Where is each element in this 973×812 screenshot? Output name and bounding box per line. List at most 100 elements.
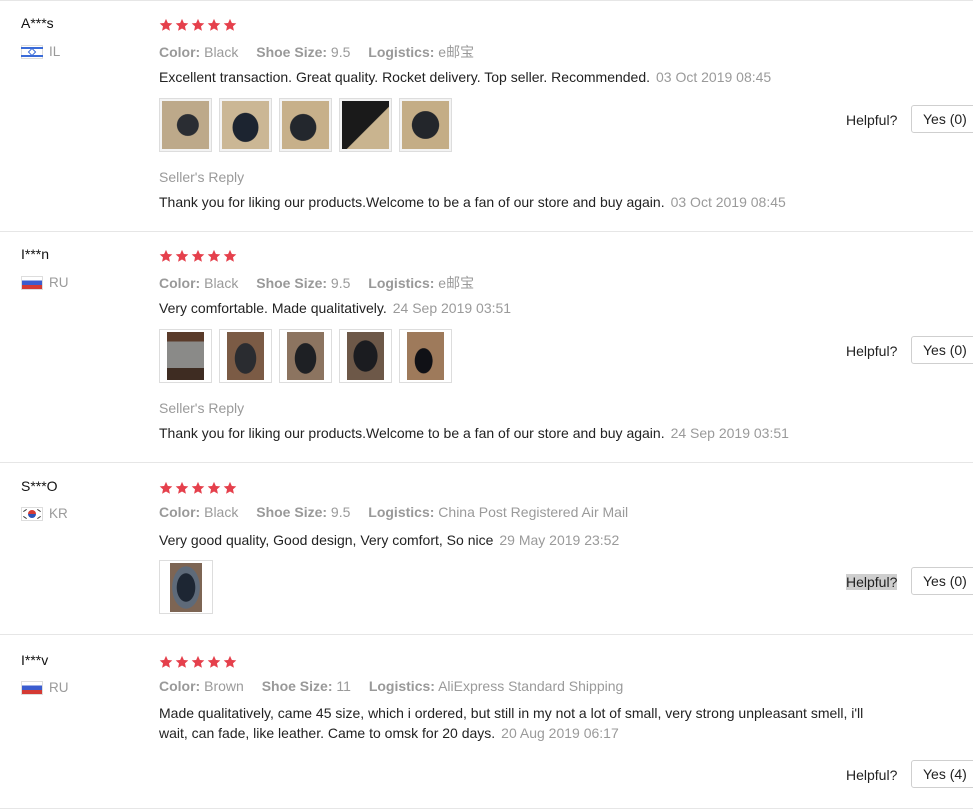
review-photo[interactable] [159, 560, 213, 614]
reviewer-name: A***s [21, 15, 54, 31]
review-text: Excellent transaction. Great quality. Ro… [159, 67, 771, 87]
seller-reply: Thank you for liking our products.Welcom… [159, 194, 786, 210]
helpful-yes-button[interactable]: Yes (0) [911, 336, 973, 364]
attr-value: 9.5 [330, 44, 351, 60]
divider [0, 808, 973, 809]
star-icon [207, 655, 221, 669]
star-icon [175, 655, 189, 669]
reviewer-country: RU [21, 680, 69, 695]
review-photo[interactable] [279, 329, 332, 383]
attr-value: e邮宝 [438, 44, 475, 60]
reviewer-name: S***O [21, 478, 58, 494]
star-icon [191, 481, 205, 495]
helpful-label: Helpful? [846, 574, 898, 590]
review-photo[interactable] [219, 98, 272, 152]
star-icon [191, 18, 205, 32]
star-icon [159, 18, 173, 32]
seller-reply-text: Thank you for liking our products.Welcom… [159, 425, 665, 441]
attr-key: Logistics: [368, 44, 435, 60]
star-icon [207, 481, 221, 495]
star-icon [175, 249, 189, 263]
attr-key: Logistics: [368, 678, 435, 694]
review-body: Very good quality, Good design, Very com… [159, 532, 494, 548]
review-date: 03 Oct 2019 08:45 [656, 69, 772, 85]
helpful-yes-button[interactable]: Yes (0) [911, 567, 973, 595]
rating-stars [159, 18, 237, 32]
star-icon [207, 249, 221, 263]
divider [0, 0, 973, 1]
seller-reply-date: 24 Sep 2019 03:51 [670, 425, 789, 441]
attr-value: 9.5 [330, 504, 351, 520]
photo-strip [159, 560, 213, 614]
review-date: 29 May 2019 23:52 [499, 532, 620, 548]
order-attributes: Color: Black Shoe Size: 9.5 Logistics: e… [159, 273, 488, 293]
review-body: Excellent transaction. Great quality. Ro… [159, 69, 651, 85]
country-code: RU [49, 275, 69, 290]
star-icon [223, 655, 237, 669]
review-date: 20 Aug 2019 06:17 [501, 725, 619, 741]
review-photo[interactable] [159, 329, 212, 383]
russia-flag-icon [21, 680, 43, 695]
divider [0, 231, 973, 232]
seller-reply: Thank you for liking our products.Welcom… [159, 425, 789, 441]
reviewer-country: IL [21, 44, 60, 59]
rating-stars [159, 655, 237, 669]
review-text: Made qualitatively, came 45 size, which … [159, 703, 863, 743]
review-text: Very good quality, Good design, Very com… [159, 530, 619, 550]
country-code: IL [49, 44, 61, 59]
review-date: 24 Sep 2019 03:51 [392, 300, 512, 316]
country-code: RU [49, 680, 69, 695]
attr-key: Color: [159, 678, 201, 694]
attr-key: Shoe Size: [256, 275, 328, 291]
attr-key: Shoe Size: [256, 504, 328, 520]
order-attributes: Color: Black Shoe Size: 9.5 Logistics: C… [159, 504, 642, 520]
attr-value: Black [204, 275, 239, 291]
star-icon [223, 249, 237, 263]
reviewer-name: I***v [21, 652, 49, 668]
review-photo[interactable] [219, 329, 272, 383]
helpful-label: Helpful? [846, 343, 898, 359]
seller-reply-label: Seller's Reply [159, 169, 245, 185]
order-attributes: Color: Brown Shoe Size: 11 Logistics: Al… [159, 678, 637, 694]
order-attributes: Color: Black Shoe Size: 9.5 Logistics: e… [159, 42, 488, 62]
divider [0, 462, 973, 463]
rating-stars [159, 249, 237, 263]
attr-key: Shoe Size: [261, 678, 333, 694]
seller-reply-text: Thank you for liking our products.Welcom… [159, 194, 665, 210]
review-photo[interactable] [399, 329, 452, 383]
star-icon [175, 18, 189, 32]
review-photo[interactable] [279, 98, 332, 152]
attr-key: Color: [159, 275, 201, 291]
star-icon [159, 249, 173, 263]
helpful-yes-button[interactable]: Yes (0) [911, 105, 973, 133]
star-icon [207, 18, 221, 32]
attr-key: Shoe Size: [256, 44, 328, 60]
attr-key: Logistics: [368, 275, 435, 291]
star-icon [191, 655, 205, 669]
star-icon [159, 655, 173, 669]
star-icon [175, 481, 189, 495]
review-photo[interactable] [399, 98, 452, 152]
star-icon [191, 249, 205, 263]
attr-value: AliExpress Standard Shipping [438, 678, 624, 694]
seller-reply-date: 03 Oct 2019 08:45 [670, 194, 786, 210]
russia-flag-icon [21, 275, 43, 290]
reviewer-name: I***n [21, 246, 50, 262]
attr-key: Logistics: [368, 504, 435, 520]
seller-reply-label: Seller's Reply [159, 400, 245, 416]
attr-value: Black [204, 504, 239, 520]
attr-value: 9.5 [330, 275, 351, 291]
divider [0, 634, 973, 635]
israel-flag-icon [21, 44, 43, 59]
attr-key: Color: [159, 504, 201, 520]
rating-stars [159, 481, 237, 495]
review-photo[interactable] [159, 98, 212, 152]
reviewer-country: KR [21, 506, 68, 521]
review-photo[interactable] [339, 329, 392, 383]
country-code: KR [49, 506, 68, 521]
review-photo[interactable] [339, 98, 392, 152]
helpful-yes-button[interactable]: Yes (4) [911, 760, 973, 788]
korea-flag-icon [21, 506, 43, 521]
reviewer-country: RU [21, 275, 69, 290]
attr-value: e邮宝 [438, 275, 475, 291]
